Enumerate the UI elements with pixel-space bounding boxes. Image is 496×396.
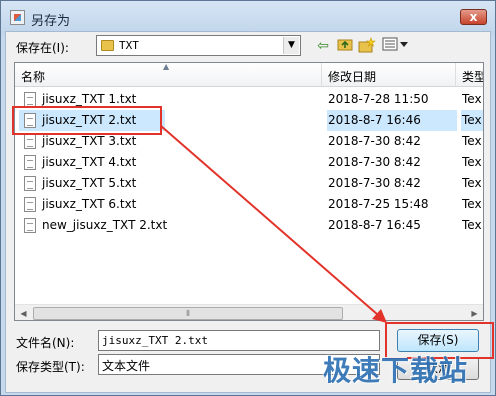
file-date: 2018-7-30 8:42: [328, 176, 421, 190]
app-icon: [10, 10, 25, 25]
file-type: Tex: [462, 134, 482, 148]
save-in-combo[interactable]: TXT ▼: [96, 35, 301, 56]
chevron-down-icon[interactable]: ▼: [283, 37, 299, 54]
filename-field[interactable]: jisuxz_TXT 2.txt: [98, 330, 380, 351]
file-date: 2018-7-30 8:42: [328, 134, 421, 148]
title-bar[interactable]: 另存为 x: [1, 1, 495, 35]
file-type: Tex: [462, 92, 482, 106]
file-date: 2018-7-30 8:42: [328, 155, 421, 169]
file-row[interactable]: jisuxz_TXT 5.txt 2018-7-30 8:42 Tex: [15, 173, 483, 194]
file-type: Tex: [461, 110, 483, 131]
column-header-date[interactable]: 修改日期: [322, 63, 456, 87]
file-name: new_jisuxz_TXT 2.txt: [42, 218, 168, 232]
file-row[interactable]: jisuxz_TXT 6.txt 2018-7-25 15:48 Tex: [15, 194, 483, 215]
new-folder-icon[interactable]: [358, 37, 376, 55]
column-header-type[interactable]: 类型: [456, 63, 483, 87]
save-in-label: 保存在(I):: [16, 41, 69, 55]
file-date: 2018-8-7 16:46: [327, 110, 457, 131]
folder-icon: [101, 40, 114, 51]
scrollbar-thumb[interactable]: ⦀: [33, 307, 343, 320]
scroll-right-icon[interactable]: ▶: [466, 305, 483, 320]
file-type: Tex: [462, 197, 482, 211]
file-name: jisuxz_TXT 4.txt: [42, 155, 137, 169]
up-folder-icon[interactable]: [336, 37, 354, 55]
back-arrow-icon[interactable]: ⇦: [314, 37, 332, 55]
file-type: Tex: [462, 176, 482, 190]
column-header-name[interactable]: 名称 ▲: [15, 63, 322, 87]
highlight-box-file: [12, 106, 162, 135]
file-date: 2018-7-25 15:48: [328, 197, 429, 211]
horizontal-scrollbar[interactable]: ◀ ⦀ ▶: [15, 304, 483, 320]
sort-ascending-icon: ▲: [163, 62, 170, 71]
file-type: Tex: [462, 155, 482, 169]
save-in-value: TXT: [119, 39, 139, 52]
file-row[interactable]: new_jisuxz_TXT 2.txt 2018-8-7 16:45 Tex: [15, 215, 483, 236]
file-type: Tex: [462, 218, 482, 232]
file-name: jisuxz_TXT 6.txt: [42, 197, 137, 211]
close-button[interactable]: x: [460, 9, 487, 25]
file-name: jisuxz_TXT 5.txt: [42, 176, 137, 190]
file-row[interactable]: jisuxz_TXT 4.txt 2018-7-30 8:42 Tex: [15, 152, 483, 173]
view-menu-icon[interactable]: [381, 37, 411, 55]
watermark-text: 极速下载站: [323, 354, 469, 387]
filename-label: 文件名(N):: [16, 336, 75, 350]
scroll-left-icon[interactable]: ◀: [15, 305, 32, 320]
save-as-dialog: 另存为 x 保存在(I): TXT ▼ ⇦ 名称 ▲ 修改日期 类型 jisux…: [0, 0, 496, 396]
window-title: 另存为: [31, 14, 71, 29]
file-date: 2018-7-28 11:50: [328, 92, 429, 106]
file-list[interactable]: 名称 ▲ 修改日期 类型 jisuxz_TXT 1.txt 2018-7-28 …: [14, 62, 484, 321]
filetype-label: 保存类型(T):: [16, 360, 85, 374]
file-date: 2018-8-7 16:45: [328, 218, 421, 232]
